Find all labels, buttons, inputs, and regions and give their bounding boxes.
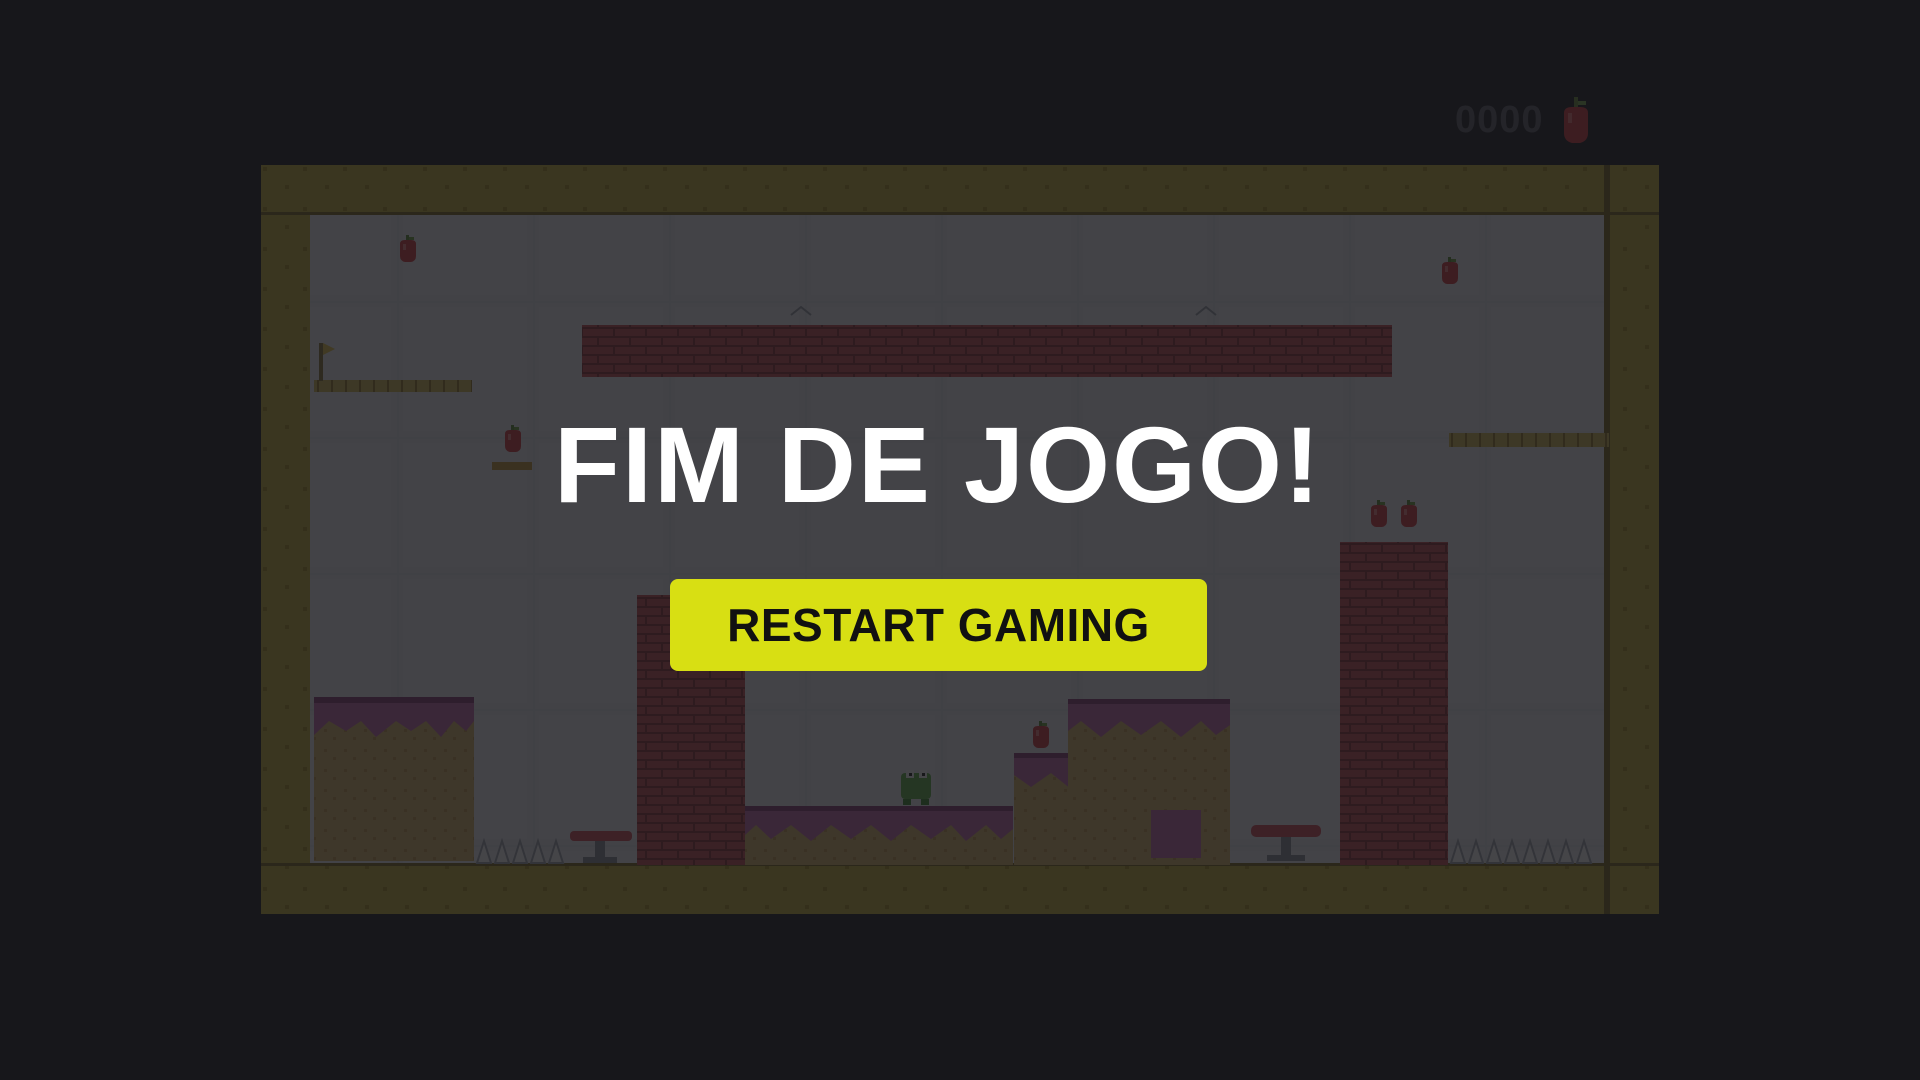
restart-button[interactable]: RESTART GAMING: [670, 579, 1207, 671]
dim-overlay: [0, 0, 1920, 1080]
game-stage: 0000: [0, 0, 1920, 1080]
game-over-title: FIM DE JOGO!: [553, 404, 1323, 525]
